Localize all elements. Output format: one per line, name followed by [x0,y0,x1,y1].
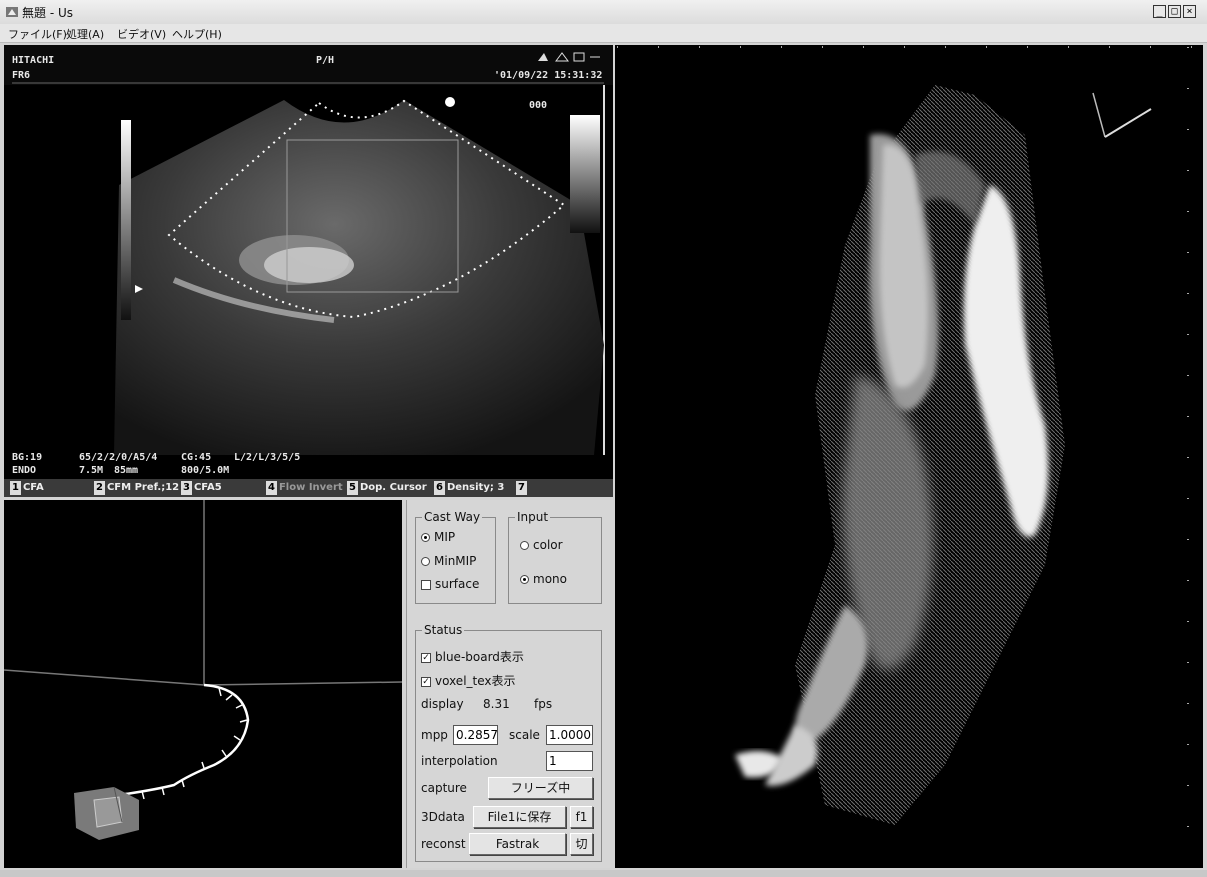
readout-mode: ENDO [12,465,37,476]
interpolation-field[interactable]: 1 [546,751,593,771]
readout-depth: 85mm [114,465,139,476]
checkbox-indicator-checked: ✓ [421,676,431,687]
softkey-1[interactable]: 1 CFA [10,481,44,495]
volume-render-image [617,46,1201,866]
scale-label: scale [509,728,540,742]
save-file-button[interactable]: File1に保存 [473,806,566,828]
radio-indicator-checked [421,533,430,542]
softkey-2[interactable]: 2 CFM Pref.;12 [94,481,179,495]
input-group: Input [508,510,602,604]
interpolation-label: interpolation [421,754,498,768]
checkbox-indicator-checked: ✓ [421,652,431,663]
capture-label: capture [421,781,467,795]
window-title: 無題 - Us [22,6,73,20]
f1-button[interactable]: f1 [570,806,593,828]
radio-indicator [520,541,529,550]
readout-params1: 65/2/2/0/A5/4 [79,452,158,463]
softkey-3[interactable]: 3 CFA5 [181,481,222,495]
mpp-label: mpp [421,728,448,742]
readout-params2: L/2/L/3/5/5 [234,452,301,463]
voxel-tex-checkbox[interactable]: ✓ voxel_tex表示 [421,672,516,689]
readout-cg: CG:45 [181,452,212,463]
trajectory-plot [3,500,403,840]
cast-way-minmip-radio[interactable]: MinMIP [421,554,476,568]
menu-process[interactable]: 処理(A) [66,26,104,42]
window-bottom-border [0,870,1207,877]
readout-bg: BG:19 [12,452,43,463]
menu-help[interactable]: ヘルプ(H) [172,26,222,42]
radio-indicator [421,557,430,566]
cast-way-mip-radio[interactable]: MIP [421,530,455,544]
cut-button[interactable]: 切 [570,833,593,855]
checkbox-indicator [421,579,431,590]
trajectory-view[interactable] [3,500,403,868]
title-bar: 無題 - Us _ □ × [0,0,1207,25]
ultrasound-view: HITACHI FR6 P/H '01/09/22 15:31:32 000 B… [4,45,613,497]
menu-video[interactable]: ビデオ(V) [117,26,166,42]
scale-field[interactable]: 1.0000 [546,725,593,745]
maximize-button[interactable]: □ [1168,5,1181,18]
input-title: Input [515,510,551,524]
softkey-5[interactable]: 5 Dop. Cursor [347,481,427,495]
volume-render-view[interactable] [615,45,1203,868]
display-fps-unit: fps [534,697,553,711]
softkey-6[interactable]: 6 Density; 3 [434,481,504,495]
radio-indicator-checked [520,575,529,584]
3ddata-label: 3Ddata [421,810,465,824]
freeze-button[interactable]: フリーズ中 [488,777,593,799]
menu-file[interactable]: ファイル(F) [8,26,67,42]
surface-checkbox[interactable]: surface [421,577,479,591]
close-button[interactable]: × [1183,5,1196,18]
fastrak-button[interactable]: Fastrak [469,833,566,855]
display-fps-value: 8.31 [483,697,510,711]
reconst-label: reconst [421,837,466,851]
input-mono-radio[interactable]: mono [520,572,567,586]
readout-params3: 800/5.0M [181,465,230,476]
input-color-radio[interactable]: color [520,538,563,552]
menu-bar: ファイル(F) 処理(A) ビデオ(V) ヘルプ(H) [0,24,1207,43]
readout-freq: 7.5M [79,465,104,476]
mpp-field[interactable]: 0.2857 [453,725,498,745]
app-icon [6,7,18,17]
display-label: display [421,697,464,711]
ultrasound-image [12,82,605,455]
status-title: Status [422,623,465,637]
softkey-4[interactable]: 4 Flow Invert [266,481,343,495]
softkey-7[interactable]: 7 [516,481,529,495]
cast-way-title: Cast Way [422,510,483,524]
minimize-button[interactable]: _ [1153,5,1166,18]
control-panel: Cast Way MIP MinMIP surface Input color … [406,500,610,868]
blue-board-checkbox[interactable]: ✓ blue-board表示 [421,648,524,665]
